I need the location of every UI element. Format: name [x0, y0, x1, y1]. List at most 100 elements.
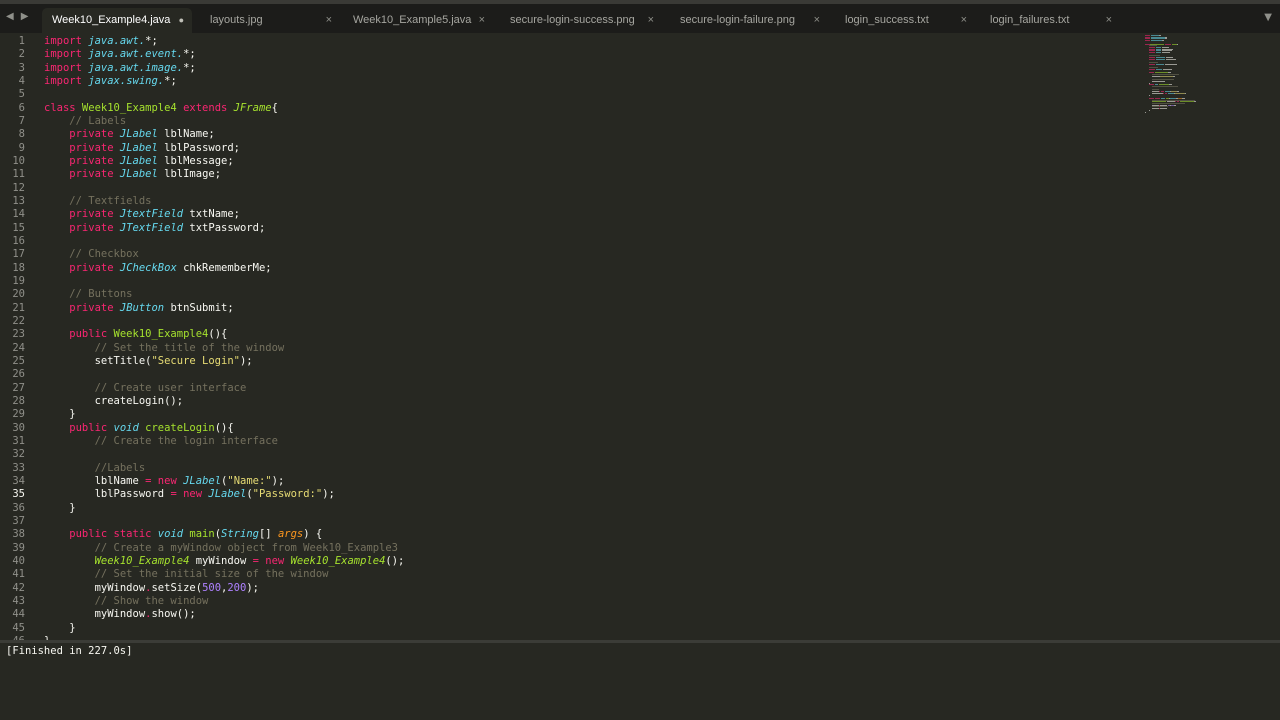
- code-line[interactable]: // Textfields: [44, 195, 151, 208]
- close-icon[interactable]: ×: [814, 8, 820, 33]
- line-number: 12: [12, 181, 25, 194]
- code-token: //Labels: [44, 461, 146, 474]
- code-line[interactable]: // Checkbox: [44, 248, 139, 261]
- line-number: 34: [12, 474, 25, 487]
- code-line[interactable]: public static void main(String[] args) {: [44, 528, 322, 541]
- minimap-stroke: [1148, 69, 1155, 70]
- tab-6[interactable]: login_success.txt ×: [835, 8, 975, 33]
- code-line[interactable]: private JLabel lblName;: [44, 128, 214, 141]
- code-token: }: [44, 621, 76, 634]
- minimap-stroke: [1172, 75, 1175, 77]
- minimap-stroke: [1193, 101, 1197, 103]
- code-line[interactable]: }: [44, 502, 75, 515]
- back-icon[interactable]: ◀: [6, 11, 14, 22]
- tab-7[interactable]: login_failures.txt ×: [980, 8, 1120, 33]
- code-token: *;: [183, 61, 196, 74]
- code-line[interactable]: //Labels: [44, 461, 146, 475]
- code-token: myWindow: [44, 581, 146, 594]
- line-number: 8: [18, 128, 25, 141]
- code-line[interactable]: Week10_Example4 myWindow = new Week10_Ex…: [44, 554, 405, 568]
- minimap-stroke: [1155, 58, 1165, 60]
- code-line[interactable]: // Set the title of the window: [44, 342, 285, 355]
- code-line[interactable]: private JCheckBox chkRememberMe;: [44, 262, 271, 275]
- code-line[interactable]: private JTextField txtPassword;: [44, 222, 265, 235]
- tab-3[interactable]: Week10_Example5.java ×: [343, 8, 493, 33]
- line-number: 28: [12, 394, 25, 407]
- code-line[interactable]: public Week10_Example4(){: [44, 328, 227, 341]
- minimap-stroke: [1160, 75, 1173, 77]
- line-number: 17: [12, 248, 25, 261]
- tab-2[interactable]: layouts.jpg ×: [200, 8, 340, 33]
- code-line[interactable]: // Set the initial size of the window: [44, 568, 329, 581]
- tab-label: Week10_Example5.java: [353, 14, 472, 26]
- code-line[interactable]: lblName = new JLabel("Name:");: [44, 474, 285, 488]
- close-icon[interactable]: ×: [961, 8, 967, 33]
- code-line[interactable]: }: [44, 408, 75, 421]
- code-token: []: [258, 528, 278, 541]
- code-line[interactable]: // Create the login interface: [44, 435, 278, 448]
- line-number: 40: [12, 554, 25, 567]
- code-token: // Labels: [44, 114, 127, 127]
- code-token: );: [246, 581, 259, 594]
- code-line[interactable]: // Buttons: [44, 288, 132, 301]
- code-line[interactable]: private JLabel lblPassword;: [44, 142, 240, 155]
- code-line[interactable]: import java.awt.image.*;: [44, 62, 196, 75]
- tab-5[interactable]: secure-login-failure.png ×: [670, 8, 828, 33]
- line-number: 37: [12, 514, 25, 527]
- code-token: createLogin();: [44, 394, 184, 407]
- code-token: new: [258, 554, 285, 567]
- code-line[interactable]: myWindow.setSize(500,200);: [44, 582, 259, 595]
- code-token: new: [151, 474, 177, 487]
- code-line[interactable]: private JLabel lblImage;: [44, 168, 221, 181]
- chevron-down-icon[interactable]: ▼: [1264, 12, 1272, 23]
- code-editor[interactable]: 1 2 3 4 5 6 7 8 9 10 11 12 13 14 15 16 17 18 19 20 21 22 23 24 2…: [0, 33, 1280, 640]
- code-area[interactable]: import java.awt.*; import java.awt.event.…: [44, 33, 1130, 640]
- line-number: 38: [12, 528, 25, 541]
- code-line[interactable]: lblPassword = new JLabel("Password:");: [44, 488, 335, 501]
- minimap-stroke: [1165, 58, 1177, 60]
- minimap-stroke: [1160, 108, 1167, 110]
- tab-label: login_failures.txt: [990, 14, 1070, 26]
- line-number: 35: [12, 488, 25, 501]
- modified-dot-icon[interactable]: ●: [179, 8, 184, 33]
- code-token: 500: [202, 581, 222, 594]
- minimap[interactable]: [1145, 33, 1205, 123]
- code-line[interactable]: public void createLogin(){: [44, 422, 233, 435]
- minimap-stroke: [1152, 80, 1165, 82]
- code-token: private: [44, 208, 114, 221]
- line-number: 3: [18, 61, 25, 74]
- code-token: public: [44, 528, 108, 541]
- code-line[interactable]: class Week10_Example4 extends JFrame{: [44, 102, 278, 115]
- code-line[interactable]: createLogin();: [44, 394, 184, 408]
- code-token: private: [44, 128, 114, 141]
- tab-4[interactable]: secure-login-success.png ×: [500, 8, 662, 33]
- forward-icon[interactable]: ▶: [21, 11, 29, 22]
- close-icon[interactable]: ×: [326, 8, 332, 33]
- tab-1[interactable]: Week10_Example4.java ●: [42, 8, 192, 33]
- code-line[interactable]: }: [44, 621, 76, 635]
- code-line[interactable]: setTitle("Secure Login");: [44, 355, 253, 368]
- code-line[interactable]: private JButton btnSubmit;: [44, 302, 233, 315]
- code-line[interactable]: myWindow.show();: [44, 608, 196, 621]
- close-icon[interactable]: ×: [1106, 8, 1112, 33]
- code-token: Week10_Example4: [44, 554, 190, 567]
- code-line[interactable]: private JLabel lblMessage;: [44, 155, 233, 168]
- code-line[interactable]: // Show the window: [44, 595, 209, 608]
- code-token: String: [221, 528, 259, 541]
- minimap-stroke: [1174, 92, 1185, 94]
- close-icon[interactable]: ×: [648, 8, 654, 33]
- code-line[interactable]: // Labels: [44, 115, 126, 128]
- code-line[interactable]: import javax.swing.*;: [44, 75, 177, 88]
- line-number: 29: [12, 408, 25, 421]
- code-token: extends: [176, 101, 228, 114]
- minimap-stroke: [1148, 58, 1155, 60]
- code-line[interactable]: private JtextField txtName;: [44, 208, 240, 221]
- code-token: import: [44, 48, 82, 61]
- close-icon[interactable]: ×: [479, 8, 485, 33]
- minimap-stroke: [1152, 75, 1161, 77]
- code-line[interactable]: // Create user interface: [44, 382, 247, 395]
- code-line[interactable]: // Create a myWindow object from Week10_…: [44, 542, 398, 555]
- code-line[interactable]: import java.awt.*;: [44, 35, 158, 48]
- code-line[interactable]: import java.awt.event.*;: [44, 48, 196, 61]
- tab-label: login_success.txt: [845, 14, 929, 26]
